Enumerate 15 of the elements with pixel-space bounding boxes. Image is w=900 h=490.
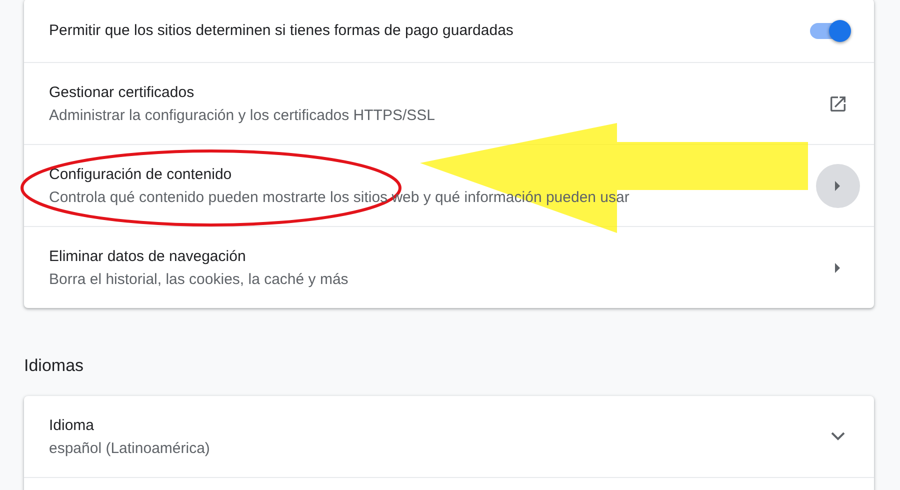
setting-title: Idioma xyxy=(49,416,96,434)
setting-title: Permitir que los sitios determinen si tienes formas de pago guardadas xyxy=(49,22,514,39)
toggle-switch[interactable] xyxy=(810,22,850,38)
setting-title: Eliminar datos de navegación xyxy=(49,248,247,264)
setting-title: Configuración de contenido xyxy=(49,166,233,182)
setting-title: Gestionar certificados xyxy=(49,84,196,100)
setting-description: Administrar la configuración y los certificados HTTPS/SSL xyxy=(49,106,435,124)
submenu-arrow-button[interactable] xyxy=(816,164,860,208)
chevron-icon xyxy=(831,432,845,441)
caret-right-icon xyxy=(835,262,841,272)
section-heading: Idiomas xyxy=(24,356,85,376)
setting-value: español (Latinoamérica) xyxy=(49,440,210,456)
setting-description: Borra el historial, las cookies, la caché y más xyxy=(49,270,348,288)
caret-right-icon xyxy=(835,180,841,190)
external-link-icon xyxy=(828,94,848,114)
